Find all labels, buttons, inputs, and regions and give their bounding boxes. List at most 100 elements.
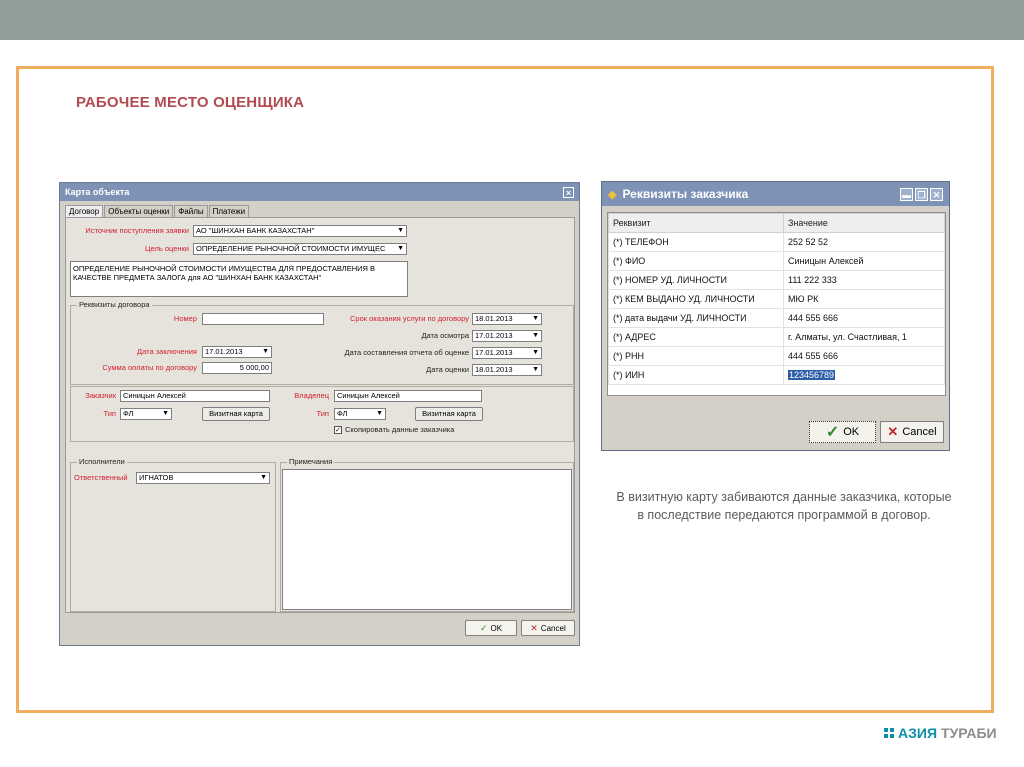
value-cell[interactable]: 111 222 333 bbox=[783, 270, 945, 290]
table-row[interactable]: (*) ФИО Синицын Алексей bbox=[608, 251, 945, 271]
customer-details-grid: Реквизит Значение (*) ТЕЛЕФОН 252 52 52 … bbox=[607, 212, 946, 396]
brand-mark-icon bbox=[884, 728, 894, 738]
table-row[interactable]: (*) дата выдачи УД. ЛИЧНОСТИ 444 555 666 bbox=[608, 308, 945, 328]
column-header-value[interactable]: Значение bbox=[783, 213, 945, 233]
inspect-picker[interactable]: 17.01.2013 ▼ bbox=[472, 330, 542, 342]
term-picker[interactable]: 18.01.2013 ▼ bbox=[472, 313, 542, 325]
date-value: 17.01.2013 bbox=[205, 347, 243, 356]
brand-name-part1: АЗИЯ bbox=[898, 725, 938, 741]
cross-icon: ✕ bbox=[530, 622, 538, 633]
date-label: Дата заключения bbox=[137, 347, 197, 356]
value-cell[interactable]: 444 555 666 bbox=[783, 346, 945, 366]
inspect-label: Дата осмотра bbox=[421, 331, 469, 340]
field-cell[interactable]: (*) РНН bbox=[608, 346, 784, 366]
owner-card-button[interactable]: Визитная карта bbox=[415, 407, 483, 421]
tab-files[interactable]: Файлы bbox=[174, 205, 208, 217]
owner-type-select[interactable]: ФЛ ▼ bbox=[334, 408, 386, 420]
value-cell[interactable]: 444 555 666 bbox=[783, 308, 945, 328]
minimize-icon[interactable]: ▬ bbox=[900, 187, 913, 201]
table-row[interactable]: (*) НОМЕР УД. ЛИЧНОСТИ 111 222 333 bbox=[608, 270, 945, 290]
chevron-down-icon: ▼ bbox=[532, 349, 539, 356]
close-icon[interactable]: × bbox=[563, 186, 574, 198]
term-value: 18.01.2013 bbox=[475, 314, 513, 323]
value-cell[interactable]: Синицын Алексей bbox=[783, 251, 945, 271]
copy-customer-label: Скопировать данные заказчика bbox=[345, 425, 455, 434]
tab-payments[interactable]: Платежи bbox=[208, 205, 250, 217]
customer-dialog-title: Реквизиты заказчика bbox=[622, 187, 749, 201]
value-cell[interactable]: г. Алматы, ул. Счастливая, 1 bbox=[783, 327, 945, 347]
customer-dialog-title-wrap: ◆ Реквизиты заказчика bbox=[608, 187, 748, 201]
slide-title: РАБОЧЕЕ МЕСТО ОЦЕНЩИКА bbox=[76, 94, 305, 111]
field-cell[interactable]: (*) АДРЕС bbox=[608, 327, 784, 347]
report-label: Дата составления отчета об оценке bbox=[344, 348, 469, 357]
field-cell[interactable]: (*) КЕМ ВЫДАНО УД. ЛИЧНОСТИ bbox=[608, 289, 784, 309]
object-card-titlebar: Карта объекта × bbox=[60, 183, 579, 201]
source-select[interactable]: АО "ШИНХАН БАНК КАЗАХСТАН" ▼ bbox=[193, 225, 407, 237]
table-row[interactable]: (*) КЕМ ВЫДАНО УД. ЛИЧНОСТИ МЮ РК bbox=[608, 289, 945, 309]
purpose-label: Цель оценки bbox=[144, 244, 189, 253]
object-card-window: Карта объекта × Договор Объекты оценки Ф… bbox=[59, 182, 580, 646]
customer-field[interactable]: Синицын Алексей bbox=[120, 390, 270, 402]
dialog-cancel-button[interactable]: ✕ Cancel bbox=[880, 421, 944, 443]
brand-logo: АЗИЯ ТУРАБИ bbox=[884, 725, 997, 741]
date-picker[interactable]: 17.01.2013 ▼ bbox=[202, 346, 272, 358]
value-cell[interactable]: 252 52 52 bbox=[783, 232, 945, 252]
table-row[interactable]: (*) РНН 444 555 666 bbox=[608, 346, 945, 366]
contract-tab-panel: Источник поступления заявки АО "ШИНХАН Б… bbox=[65, 217, 575, 613]
table-row[interactable]: (*) АДРЕС г. Алматы, ул. Счастливая, 1 bbox=[608, 327, 945, 347]
owner-type-label: Тип bbox=[316, 409, 329, 418]
tab-contract[interactable]: Договор bbox=[65, 205, 104, 217]
chevron-down-icon: ▼ bbox=[376, 410, 383, 417]
value-cell[interactable]: МЮ РК bbox=[783, 289, 945, 309]
field-cell[interactable]: (*) НОМЕР УД. ЛИЧНОСТИ bbox=[608, 270, 784, 290]
chevron-down-icon: ▼ bbox=[397, 245, 404, 252]
source-label: Источник поступления заявки bbox=[85, 226, 189, 235]
field-cell[interactable]: (*) ИИН bbox=[608, 365, 784, 385]
report-value: 17.01.2013 bbox=[475, 348, 513, 357]
contract-group-title: Реквизиты договора bbox=[77, 300, 152, 309]
executors-group: Исполнители bbox=[70, 457, 276, 612]
report-picker[interactable]: 17.01.2013 ▼ bbox=[472, 347, 542, 359]
eval-picker[interactable]: 18.01.2013 ▼ bbox=[472, 364, 542, 376]
responsible-select[interactable]: ИГНАТОВ ▼ bbox=[136, 472, 270, 484]
field-cell[interactable]: (*) ТЕЛЕФОН bbox=[608, 232, 784, 252]
chevron-down-icon: ▼ bbox=[397, 227, 404, 234]
executors-group-title: Исполнители bbox=[77, 457, 127, 466]
purpose-description[interactable]: ОПРЕДЕЛЕНИЕ РЫНОЧНОЙ СТОИМОСТИ ИМУЩЕСТВА… bbox=[70, 261, 408, 297]
field-cell[interactable]: (*) дата выдачи УД. ЛИЧНОСТИ bbox=[608, 308, 784, 328]
chevron-down-icon: ▼ bbox=[162, 410, 169, 417]
ok-button[interactable]: ✓ OK bbox=[465, 620, 517, 636]
dialog-ok-label: OK bbox=[843, 426, 860, 438]
grid-header: Реквизит Значение bbox=[608, 213, 945, 233]
field-cell[interactable]: (*) ФИО bbox=[608, 251, 784, 271]
eval-label: Дата оценки bbox=[426, 365, 469, 374]
window-controls: ▬ ❐ ✕ bbox=[900, 187, 943, 201]
number-field[interactable] bbox=[202, 313, 324, 325]
brand-name-part2: ТУРАБИ bbox=[941, 725, 997, 741]
notes-textarea[interactable] bbox=[282, 469, 572, 610]
cancel-button[interactable]: ✕ Cancel bbox=[521, 620, 575, 636]
selected-value[interactable]: 123456789 bbox=[788, 370, 836, 380]
value-cell[interactable]: 123456789 bbox=[783, 365, 945, 385]
sum-label: Сумма оплаты по договору bbox=[102, 363, 197, 372]
top-bar bbox=[0, 0, 1024, 40]
column-header-field[interactable]: Реквизит bbox=[608, 213, 784, 233]
tab-objects[interactable]: Объекты оценки bbox=[104, 205, 174, 217]
dialog-ok-button[interactable]: ✓ OK bbox=[809, 421, 876, 443]
sum-field[interactable]: 5 000,00 bbox=[202, 362, 272, 374]
owner-field[interactable]: Синицын Алексей bbox=[334, 390, 482, 402]
number-label: Номер bbox=[173, 314, 197, 323]
purpose-value: ОПРЕДЕЛЕНИЕ РЫНОЧНОЙ СТОИМОСТИ ИМУЩЕС bbox=[196, 244, 386, 253]
table-row[interactable]: (*) ИИН 123456789 bbox=[608, 365, 945, 385]
customer-type-select[interactable]: ФЛ ▼ bbox=[120, 408, 172, 420]
customer-dialog-titlebar: ◆ Реквизиты заказчика ▬ ❐ ✕ bbox=[602, 182, 949, 206]
responsible-label: Ответственный bbox=[74, 473, 128, 482]
table-row[interactable]: (*) ТЕЛЕФОН 252 52 52 bbox=[608, 232, 945, 252]
customer-card-button[interactable]: Визитная карта bbox=[202, 407, 270, 421]
customer-label: Заказчик bbox=[85, 391, 116, 400]
restore-icon[interactable]: ❐ bbox=[915, 187, 928, 201]
checkmark-icon: ✓ bbox=[825, 424, 840, 441]
copy-customer-checkbox[interactable]: ✓ bbox=[334, 426, 342, 434]
close-icon[interactable]: ✕ bbox=[930, 187, 943, 201]
purpose-select[interactable]: ОПРЕДЕЛЕНИЕ РЫНОЧНОЙ СТОИМОСТИ ИМУЩЕС ▼ bbox=[193, 243, 407, 255]
